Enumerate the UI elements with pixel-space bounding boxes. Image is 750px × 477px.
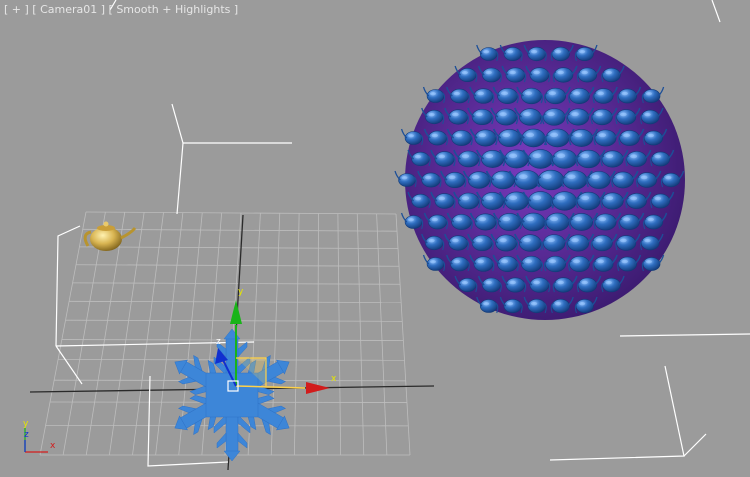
world-axis-tripod: y z x: [23, 419, 56, 453]
gizmo-z-label: z: [216, 337, 221, 347]
particle-sphere[interactable]: [394, 40, 685, 320]
tripod-x-label: x: [50, 441, 56, 451]
scene-canvas[interactable]: y x z y z x: [0, 0, 750, 477]
gizmo-y-label: y: [238, 287, 244, 297]
gizmo-y-arrow[interactable]: [230, 300, 242, 324]
gizmo-x-label: x: [331, 374, 337, 384]
tripod-y-label: y: [23, 419, 29, 429]
viewport-label-menu[interactable]: [ + ] [ Camera01 ] [ Smooth + Highlights…: [4, 3, 238, 16]
tripod-z-label: z: [24, 430, 29, 440]
snowflake-emitter[interactable]: [166, 328, 298, 462]
camera-viewport[interactable]: y x z y z x [ + ] [ Camera01 ] [ Smooth …: [0, 0, 750, 477]
